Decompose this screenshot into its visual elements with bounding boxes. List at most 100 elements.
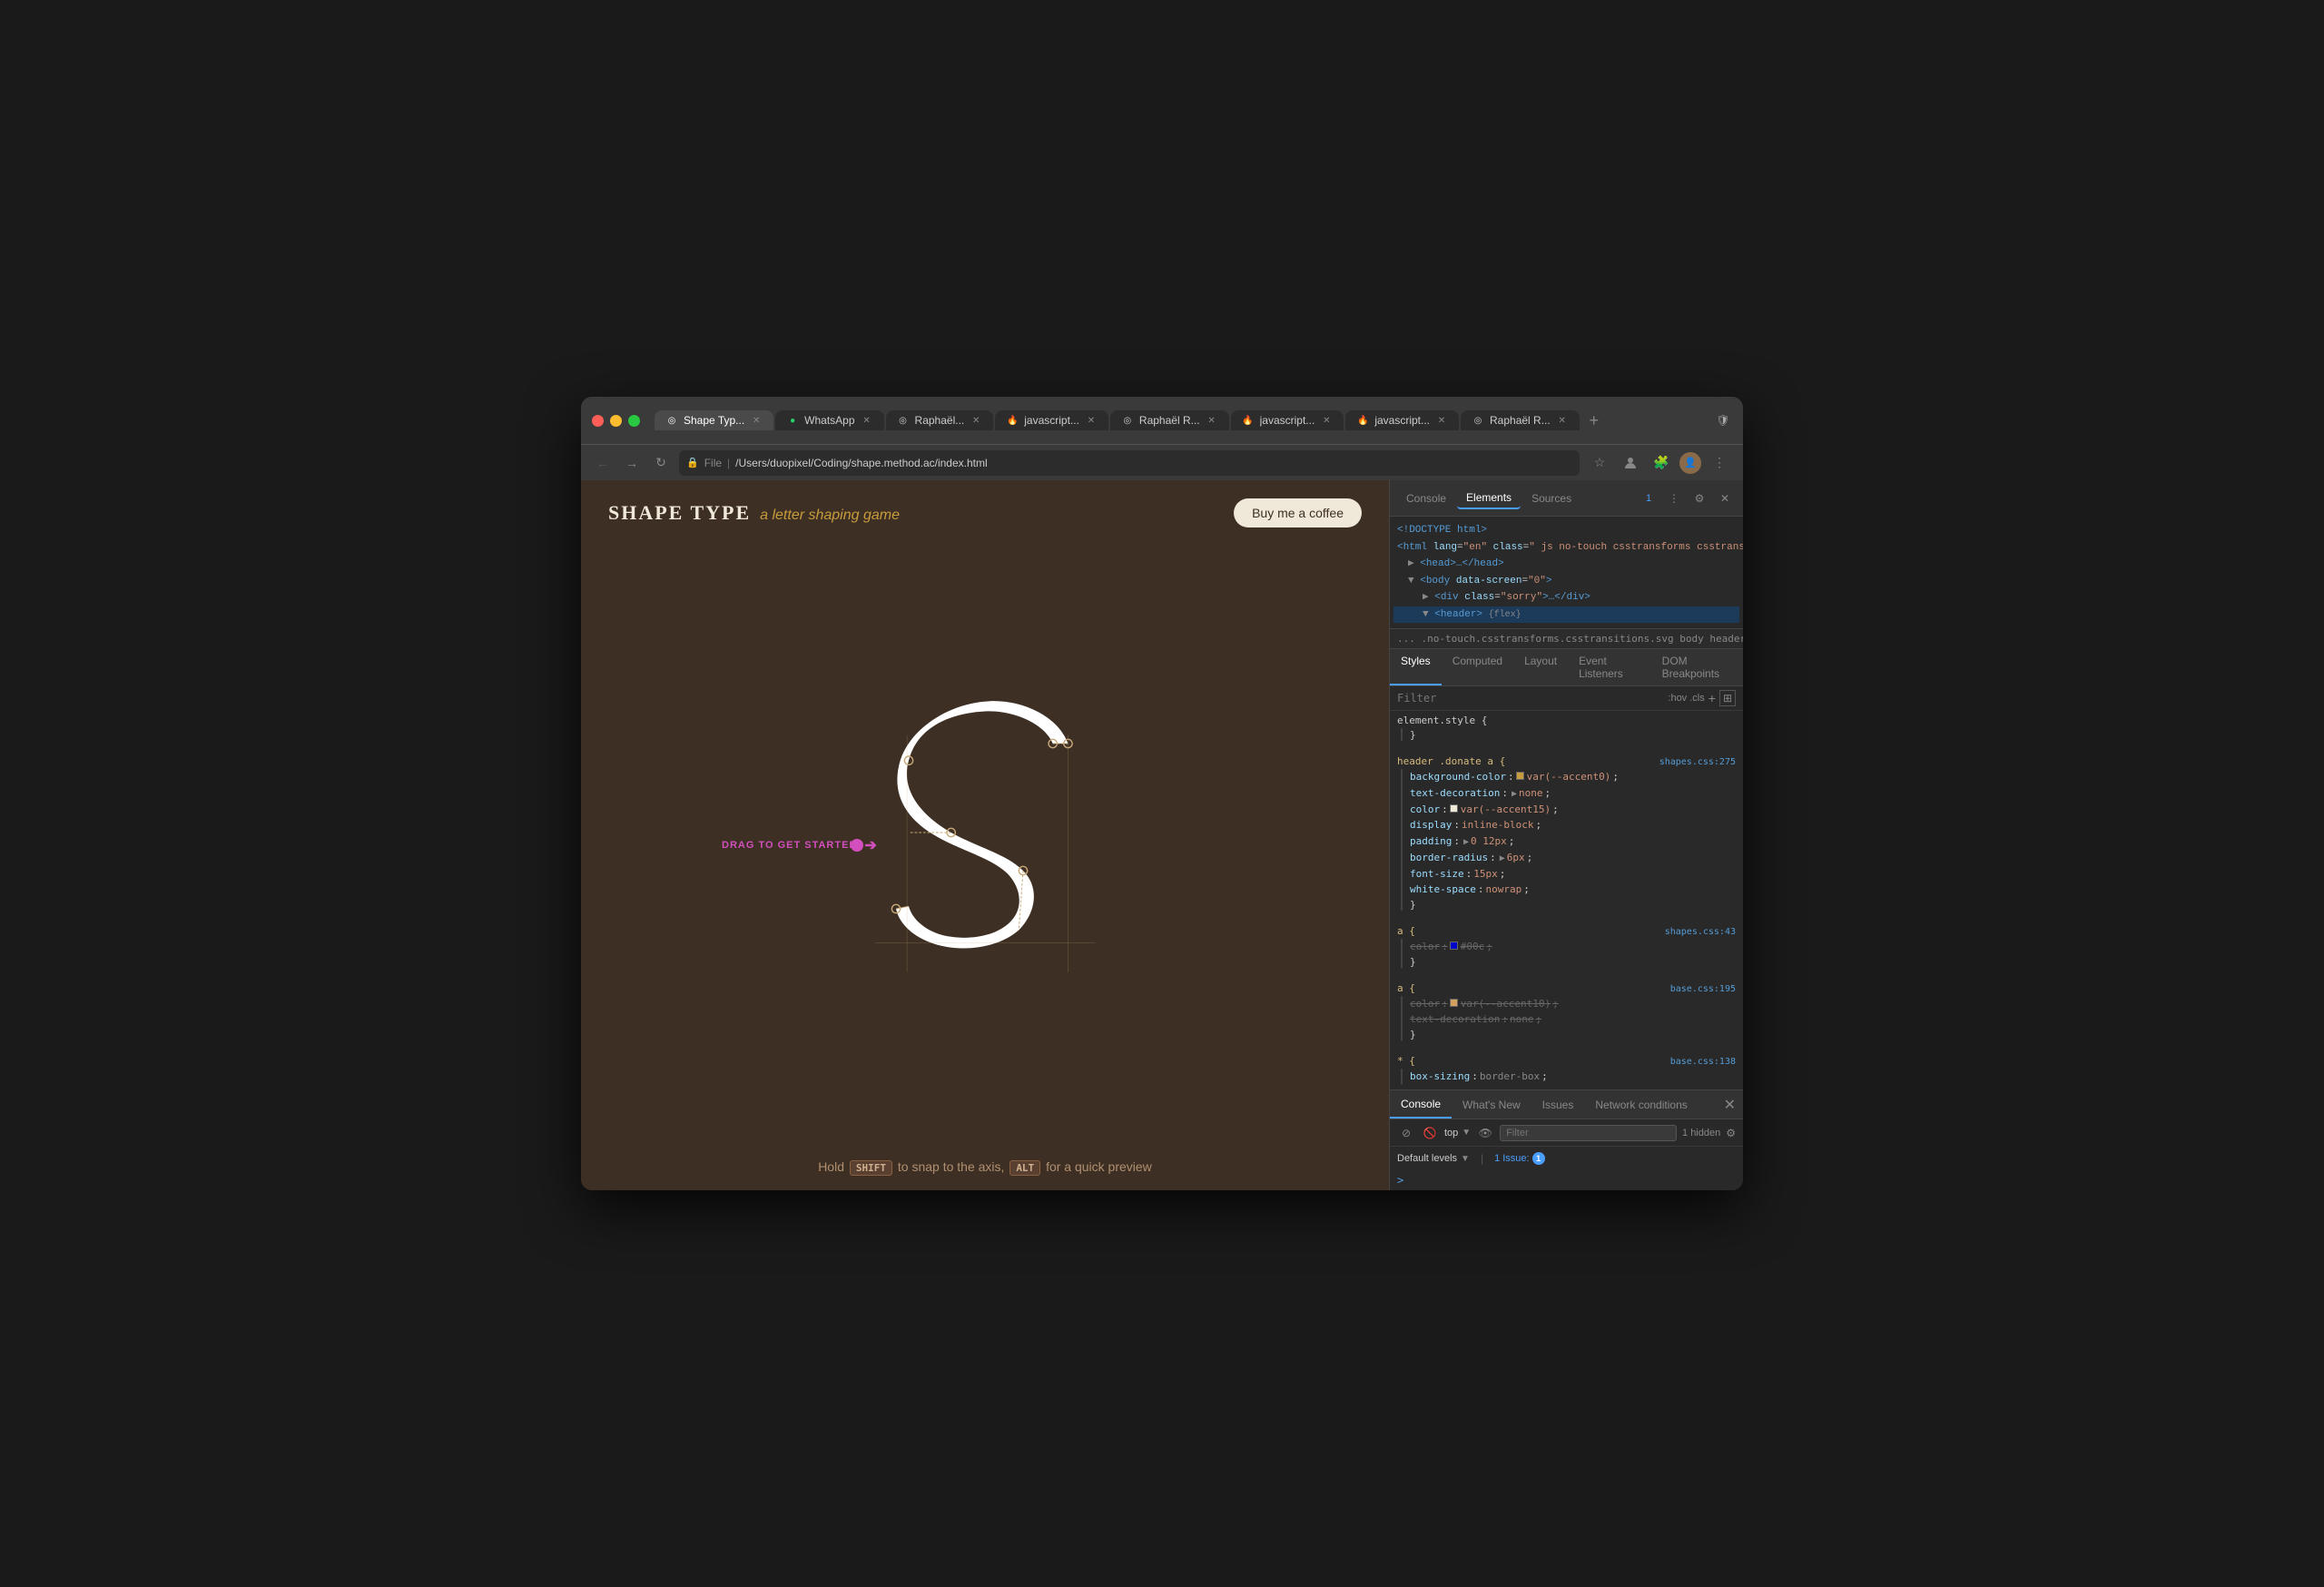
tab-close-raphael1[interactable]: ✕ bbox=[970, 414, 982, 427]
avatar[interactable]: 👤 bbox=[1679, 452, 1701, 474]
buy-coffee-button[interactable]: Buy me a coffee bbox=[1234, 498, 1362, 527]
bottom-hint: Hold SHIFT to snap to the axis, ALT for … bbox=[581, 1145, 1389, 1190]
a-base-color-swatch[interactable] bbox=[1450, 999, 1458, 1007]
page-canvas[interactable]: DRAG TO GET STARTED ➔ bbox=[581, 546, 1389, 1145]
console-tab-network[interactable]: Network conditions bbox=[1584, 1090, 1698, 1119]
tab-close-javascript1[interactable]: ✕ bbox=[1085, 414, 1098, 427]
tab-close-shape-type[interactable]: ✕ bbox=[750, 414, 763, 427]
console-prompt[interactable]: > bbox=[1390, 1170, 1743, 1190]
tab-raphael3[interactable]: ◎ Raphaël R... ✕ bbox=[1461, 410, 1580, 430]
a-color-swatch[interactable] bbox=[1450, 941, 1458, 950]
devtools-tab-sources[interactable]: Sources bbox=[1522, 488, 1581, 508]
profile-icon[interactable] bbox=[1618, 450, 1643, 476]
console-bottom-bar: Default levels ▼ | 1 Issue: 1 bbox=[1390, 1147, 1743, 1170]
devtools-more-button[interactable]: ⋮ bbox=[1663, 488, 1685, 509]
tab-raphael1[interactable]: ◎ Raphaël... ✕ bbox=[886, 410, 994, 430]
console-panel: Console What's New Issues Network condit… bbox=[1390, 1089, 1743, 1190]
tab-close-raphael2[interactable]: ✕ bbox=[1206, 414, 1218, 427]
html-line-doctype: <!DOCTYPE html> bbox=[1393, 522, 1739, 539]
new-tab-button[interactable]: + bbox=[1581, 408, 1607, 433]
minimize-button[interactable] bbox=[610, 415, 622, 427]
filter-bar: :hov .cls + ⊞ bbox=[1390, 686, 1743, 711]
issues-count-badge[interactable]: 1 bbox=[1638, 488, 1659, 509]
console-tab-issues[interactable]: Issues bbox=[1531, 1090, 1585, 1119]
style-rule-header-a-base: a { base.css:195 bbox=[1397, 982, 1736, 994]
style-source-star[interactable]: base.css:138 bbox=[1670, 1057, 1736, 1067]
clear-console-button[interactable]: ⊘ bbox=[1397, 1124, 1415, 1142]
filter-input[interactable] bbox=[1397, 692, 1668, 705]
s-letter-container[interactable]: DRAG TO GET STARTED ➔ bbox=[858, 673, 1112, 1018]
tab-javascript1[interactable]: 🔥 javascript... ✕ bbox=[995, 410, 1108, 430]
logo-main-text: SHAPE TYPE bbox=[608, 501, 751, 525]
toolbar-icons: ☆ 🧩 👤 ⋮ bbox=[1587, 450, 1732, 476]
style-rule-a-base: a { base.css:195 color: var(--accent10);… bbox=[1393, 979, 1739, 1044]
console-levels[interactable]: Default levels ▼ bbox=[1397, 1153, 1470, 1164]
style-prop-display: display: inline-block; bbox=[1410, 817, 1736, 833]
tab-raphael2[interactable]: ◎ Raphaël R... ✕ bbox=[1110, 410, 1229, 430]
context-dropdown-icon: ▼ bbox=[1462, 1128, 1471, 1138]
html-line-header[interactable]: ▼ <header> {flex} bbox=[1393, 606, 1739, 624]
tab-close-raphael3[interactable]: ✕ bbox=[1556, 414, 1569, 427]
tab-label-javascript1: javascript... bbox=[1024, 414, 1079, 427]
control-point-dot[interactable] bbox=[851, 839, 863, 852]
color-format-button[interactable]: ⊞ bbox=[1719, 690, 1736, 706]
devtools-close-button[interactable]: ✕ bbox=[1714, 488, 1736, 509]
maximize-button[interactable] bbox=[628, 415, 640, 427]
tab-favicon-shape-type: ◎ bbox=[665, 414, 678, 427]
tab-shape-type[interactable]: ◎ Shape Typ... ✕ bbox=[655, 410, 773, 430]
console-filter-input[interactable] bbox=[1500, 1125, 1677, 1141]
menu-button[interactable]: ⋮ bbox=[1707, 450, 1732, 476]
color-swatch[interactable] bbox=[1450, 804, 1458, 813]
bg-color-swatch[interactable] bbox=[1516, 772, 1524, 780]
styles-tabs: Styles Computed Layout Event Listeners D… bbox=[1390, 649, 1743, 686]
style-prop-font-size: font-size: 15px; bbox=[1410, 866, 1736, 882]
back-button[interactable]: ← bbox=[592, 452, 614, 474]
html-line-sorry[interactable]: ▶ <div class="sorry">…</div> bbox=[1393, 589, 1739, 606]
style-prop-border-radius: border-radius: ▶ 6px; bbox=[1410, 850, 1736, 866]
tab-javascript3[interactable]: 🔥 javascript... ✕ bbox=[1345, 410, 1459, 430]
html-line-head[interactable]: ▶ <head>…</head> bbox=[1393, 556, 1739, 573]
tab-label-javascript3: javascript... bbox=[1374, 414, 1430, 427]
console-settings-icon[interactable]: ⚙ bbox=[1726, 1127, 1736, 1139]
titlebar: ◎ Shape Typ... ✕ ● WhatsApp ✕ ◎ Raphaël.… bbox=[581, 397, 1743, 444]
style-source-donate[interactable]: shapes.css:275 bbox=[1659, 757, 1736, 767]
add-rule-button[interactable]: + bbox=[1709, 691, 1716, 705]
tab-close-whatsapp[interactable]: ✕ bbox=[861, 414, 873, 427]
console-tab-console[interactable]: Console bbox=[1390, 1090, 1452, 1119]
tab-close-javascript3[interactable]: ✕ bbox=[1435, 414, 1448, 427]
styles-tab-event-listeners[interactable]: Event Listeners bbox=[1568, 649, 1651, 685]
console-close-button[interactable]: ✕ bbox=[1724, 1096, 1736, 1114]
reload-button[interactable]: ↻ bbox=[650, 452, 672, 474]
styles-tab-styles[interactable]: Styles bbox=[1390, 649, 1442, 685]
styles-tab-computed[interactable]: Computed bbox=[1442, 649, 1513, 685]
tab-label-javascript2: javascript... bbox=[1260, 414, 1315, 427]
console-eye-button[interactable]: 👁 bbox=[1476, 1124, 1494, 1142]
extensions-button[interactable]: 🧩 bbox=[1649, 450, 1674, 476]
styles-tab-dom-breakpoints[interactable]: DOM Breakpoints bbox=[1651, 649, 1743, 685]
style-selector-a-base: a { bbox=[1397, 982, 1415, 994]
issues-badge[interactable]: 1 Issue: 1 bbox=[1494, 1152, 1545, 1165]
devtools-tab-elements[interactable]: Elements bbox=[1457, 488, 1521, 509]
style-rule-header-element: element.style { bbox=[1397, 715, 1736, 726]
style-prop-text-dec: text-decoration: ▶ none; bbox=[1410, 785, 1736, 802]
forward-button[interactable]: → bbox=[621, 452, 643, 474]
address-field[interactable]: 🔒 File | /Users/duopixel/Coding/shape.me… bbox=[679, 450, 1580, 476]
style-selector-donate: header .donate a { bbox=[1397, 755, 1505, 767]
close-button[interactable] bbox=[592, 415, 604, 427]
bookmark-button[interactable]: ☆ bbox=[1587, 450, 1612, 476]
tab-javascript2[interactable]: 🔥 javascript... ✕ bbox=[1231, 410, 1344, 430]
style-source-a-shapes[interactable]: shapes.css:43 bbox=[1665, 927, 1736, 937]
prompt-arrow-icon: > bbox=[1397, 1174, 1403, 1187]
console-context[interactable]: top ▼ bbox=[1444, 1128, 1471, 1138]
style-source-a-base[interactable]: base.css:195 bbox=[1670, 984, 1736, 994]
devtools-tab-console[interactable]: Console bbox=[1397, 488, 1455, 508]
tab-whatsapp[interactable]: ● WhatsApp ✕ bbox=[775, 410, 883, 430]
main-area: SHAPE TYPE a letter shaping game Buy me … bbox=[581, 480, 1743, 1190]
logo-subtitle: a letter shaping game bbox=[760, 508, 900, 524]
console-tab-whats-new[interactable]: What's New bbox=[1452, 1090, 1531, 1119]
tab-close-javascript2[interactable]: ✕ bbox=[1320, 414, 1333, 427]
devtools-settings-button[interactable]: ⚙ bbox=[1689, 488, 1710, 509]
html-line-body[interactable]: ▼ <body data-screen="0"> bbox=[1393, 573, 1739, 590]
console-filter-button[interactable]: 🚫 bbox=[1421, 1124, 1439, 1142]
styles-tab-layout[interactable]: Layout bbox=[1513, 649, 1568, 685]
